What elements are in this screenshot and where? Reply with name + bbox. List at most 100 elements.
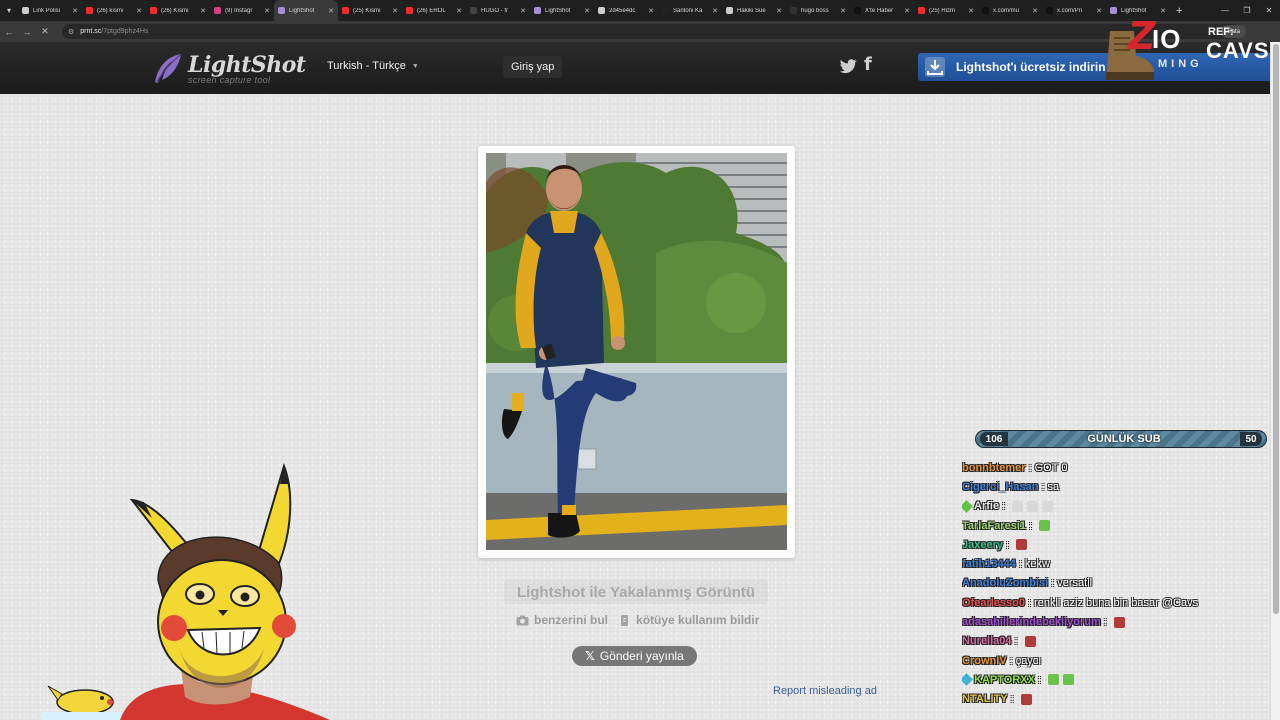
browser-tab[interactable]: (26) EROL ✕ <box>402 0 466 21</box>
browser-tab[interactable]: x.com/Pri ✕ <box>1042 0 1106 21</box>
chevron-down-icon: ▼ <box>411 62 419 70</box>
back-icon[interactable]: ← <box>0 27 18 37</box>
chat-message: KAPTORXX: <box>962 670 1232 689</box>
site-info-icon[interactable]: ⚙ <box>68 28 74 36</box>
browser-tab[interactable]: x.com/mu ✕ <box>978 0 1042 21</box>
url-input[interactable]: ⚙ prnt.sc /7ptgd9phz4Hs <box>62 24 1242 39</box>
brand-sub-text: MING <box>1158 58 1203 70</box>
tab-close-icon[interactable]: ✕ <box>520 7 526 15</box>
screenshot-frame <box>478 146 795 558</box>
facebook-icon[interactable]: f <box>864 54 872 75</box>
tab-title: (9) Instagr <box>225 7 253 14</box>
tab-title: 2d45e4dc <box>609 7 636 14</box>
chat-message: Cigerci_Hasan: sa <box>962 477 1232 496</box>
tab-title: x.com/Pri <box>1057 7 1083 14</box>
chat-text: kekw <box>1024 558 1050 571</box>
browser-tab[interactable]: Link Polisi ✕ <box>18 0 82 21</box>
tab-close-icon[interactable]: ✕ <box>72 7 78 15</box>
tab-favicon-icon <box>918 7 925 14</box>
tab-close-icon[interactable]: ✕ <box>136 7 142 15</box>
tab-title: Link Polisi <box>33 7 61 14</box>
tab-close-icon[interactable]: ✕ <box>328 7 334 15</box>
tab-title: (26) EROL <box>417 7 446 14</box>
chat-message: fatih13444: kekw <box>962 554 1232 573</box>
tab-title: (25) Kısmı <box>353 7 381 14</box>
report-icon <box>621 614 629 626</box>
chat-emote-icon <box>1012 500 1024 512</box>
tab-close-icon[interactable]: ✕ <box>200 7 206 15</box>
lightshot-logo[interactable]: LightShot screen capture tool <box>150 50 306 88</box>
tab-close-icon[interactable]: ✕ <box>264 7 270 15</box>
browser-tab[interactable]: (25) Kısmı ✕ <box>338 0 402 21</box>
image-caption: Lightshot ile Yakalanmış Görüntü <box>504 580 768 604</box>
tab-search-icon[interactable]: ▾ <box>0 0 18 21</box>
tab-title: LightShot <box>1121 7 1147 14</box>
chat-text: çaycı <box>1015 654 1042 667</box>
tab-close-icon[interactable]: ✕ <box>648 7 654 15</box>
daily-sub-goal-bar: 106 GÜNLÜK SUB 50 <box>975 430 1267 448</box>
browser-tab[interactable]: Hakiki Süe ✕ <box>722 0 786 21</box>
post-to-x-button[interactable]: 𝕏 Gönderi yayınla <box>572 646 697 666</box>
chat-emote-icon <box>1113 616 1125 628</box>
sub-goal-label: GÜNLÜK SUB <box>1087 433 1161 445</box>
chat-username: TarlaFaresi1 <box>962 519 1027 532</box>
chat-text: renkli aziz buna bin basar @Cavs <box>1034 596 1199 609</box>
forward-icon[interactable]: → <box>18 27 36 37</box>
page-scrollbar[interactable] <box>1270 42 1280 720</box>
browser-tab[interactable]: Santoni Ka ✕ <box>658 0 722 21</box>
chat-separator: : <box>1041 480 1045 493</box>
tab-favicon-icon <box>22 7 29 14</box>
stream-chat: bonnbtemer: GOT 0 Cigerci_Hasan: sa Arfie: Ta… <box>962 458 1232 706</box>
report-ad-link[interactable]: Report misleading ad <box>773 685 877 697</box>
browser-tab[interactable]: (26) Kısmı ✕ <box>146 0 210 21</box>
tab-favicon-icon <box>726 7 733 14</box>
tab-title: Santoni Ka <box>673 7 703 14</box>
tab-close-icon[interactable]: ✕ <box>904 7 910 15</box>
tab-close-icon[interactable]: ✕ <box>456 7 462 15</box>
browser-tab[interactable]: 2d45e4dc ✕ <box>594 0 658 21</box>
language-label: Turkish - Türkçe <box>327 60 406 72</box>
captured-photo[interactable] <box>486 153 787 550</box>
browser-tab[interactable]: X'te Haber ✕ <box>850 0 914 21</box>
browser-tab[interactable]: HUGO - fr ✕ <box>466 0 530 21</box>
ref-code: CAVS <box>1206 38 1270 63</box>
tab-title: hugo boss <box>801 7 829 14</box>
chat-emote-icon <box>1042 500 1054 512</box>
browser-tab[interactable]: (9) Instagr ✕ <box>210 0 274 21</box>
login-button[interactable]: Giriş yap <box>503 56 563 78</box>
tab-close-icon[interactable]: ✕ <box>392 7 398 15</box>
camera-icon <box>516 615 529 625</box>
stop-loading-icon[interactable]: ✕ <box>36 26 54 37</box>
site-header: LightShot screen capture tool Turkish - … <box>0 42 1270 94</box>
tab-favicon-icon <box>534 7 541 14</box>
browser-tab[interactable]: hugo boss ✕ <box>786 0 850 21</box>
tab-close-icon[interactable]: ✕ <box>1032 7 1038 15</box>
tab-close-icon[interactable]: ✕ <box>776 7 782 15</box>
tab-title: HUGO - fr <box>481 7 508 14</box>
tab-title: (26) Kısmı <box>161 7 189 14</box>
tab-favicon-icon <box>982 7 989 14</box>
chat-text: versatil <box>1057 577 1093 590</box>
twitter-icon[interactable] <box>838 56 858 76</box>
browser-tab[interactable]: (25) Hizm ✕ <box>914 0 978 21</box>
tab-close-icon[interactable]: ✕ <box>840 7 846 15</box>
chat-username: NTALITY <box>962 693 1008 706</box>
find-similar-link[interactable]: benzerini bul <box>516 613 608 627</box>
language-selector[interactable]: Turkish - Türkçe ▼ <box>327 60 419 72</box>
browser-tab[interactable]: LightShot ✕ <box>274 0 338 21</box>
report-abuse-link[interactable]: kötüye kullanım bildir <box>618 613 759 627</box>
tab-favicon-icon <box>214 7 221 14</box>
browser-tab[interactable]: (26) kısmı ✕ <box>82 0 146 21</box>
address-bar-row: ← → ✕ ⚙ prnt.sc /7ptgd9phz4Hs Hata <box>0 21 1280 42</box>
browser-tab[interactable]: LightShot ✕ <box>530 0 594 21</box>
chat-separator: : <box>1103 616 1107 629</box>
chat-text: GOT 0 <box>1034 461 1068 474</box>
chat-separator: : <box>1029 519 1033 532</box>
chat-emote-icon <box>1020 693 1032 705</box>
tab-close-icon[interactable]: ✕ <box>968 7 974 15</box>
tab-close-icon[interactable]: ✕ <box>712 7 718 15</box>
logo-tagline: screen capture tool <box>188 75 271 85</box>
scrollbar-thumb[interactable] <box>1273 44 1279 614</box>
chat-username: fatih13444 <box>962 558 1016 571</box>
tab-close-icon[interactable]: ✕ <box>584 7 590 15</box>
